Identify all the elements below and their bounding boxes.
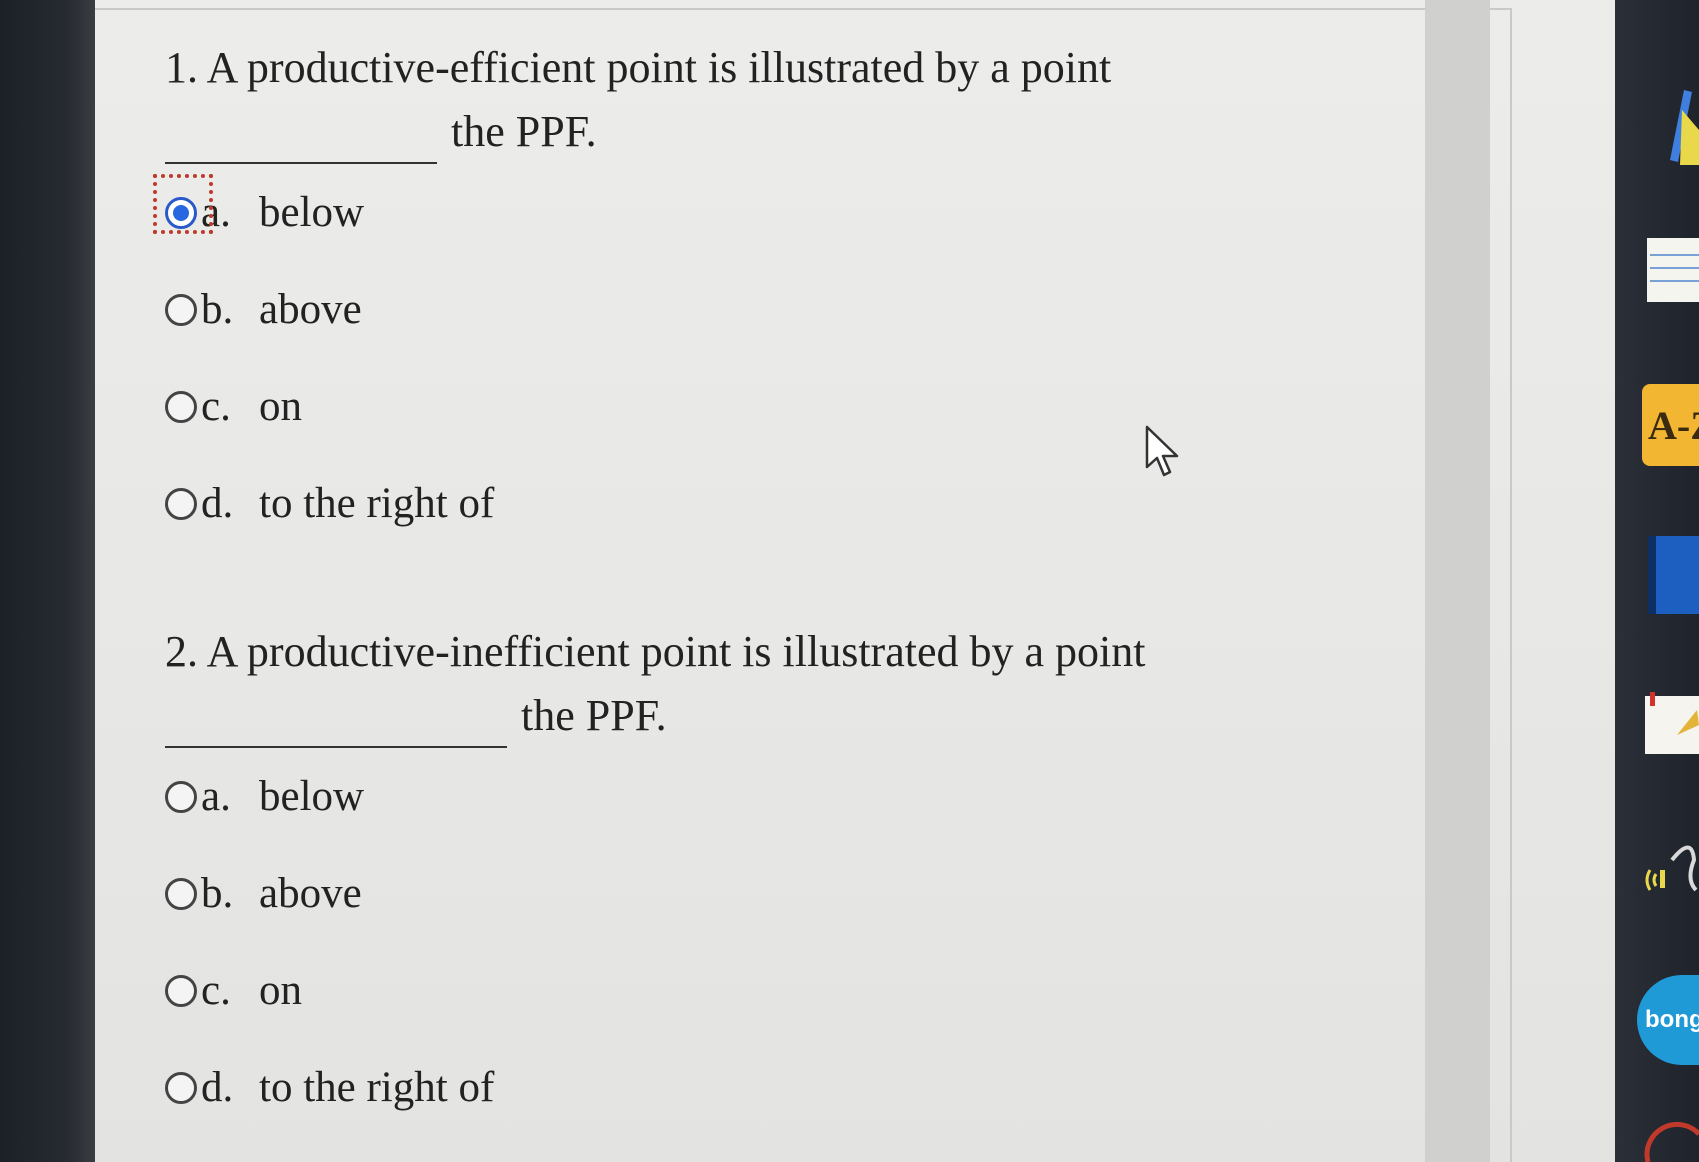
q1-option-d-label: to the right of: [259, 480, 495, 527]
quiz-screen: 1. A productive-efficient point is illus…: [95, 0, 1615, 1162]
q1-radio-b[interactable]: [165, 293, 197, 326]
q1-option-d-letter: d.: [201, 480, 234, 527]
question-1-stem: 1. A productive-efficient point is illus…: [165, 36, 1111, 100]
q1-option-b-letter: b.: [201, 286, 234, 333]
q2-option-a[interactable]: a. below: [165, 748, 1145, 845]
question-2-stem: 2. A productive-inefficient point is ill…: [165, 620, 1145, 684]
q2-option-d[interactable]: d. to the right of: [165, 1039, 1145, 1136]
q2-option-c-label: on: [259, 967, 302, 1014]
window-edge: [1425, 0, 1490, 1162]
q1-option-b[interactable]: b. above: [165, 261, 1111, 358]
q1-option-b-label: above: [259, 286, 362, 333]
sticky-note-icon[interactable]: [1642, 690, 1699, 760]
pen-tool-icon[interactable]: [1650, 70, 1699, 170]
question-1-options: a. below b. above c. on d. to the right …: [153, 164, 1111, 552]
question-2-suffix: the PPF.: [521, 691, 667, 740]
q1-radio-a[interactable]: [165, 196, 197, 229]
bong-label: bong: [1645, 1006, 1699, 1033]
dictionary-az-icon[interactable]: A-Z: [1642, 384, 1699, 466]
monitor-bezel-left: [0, 0, 95, 1162]
question-2: 2. A productive-inefficient point is ill…: [165, 620, 1145, 1136]
question-2-blank: [165, 694, 507, 748]
q1-option-c-letter: c.: [201, 383, 231, 430]
q2-radio-a[interactable]: [165, 780, 197, 813]
q2-option-b-label: above: [259, 870, 362, 917]
q2-radio-b[interactable]: [165, 877, 197, 910]
book-icon[interactable]: [1644, 530, 1699, 620]
question-1-blank: [165, 110, 437, 164]
text-to-speech-icon[interactable]: [1642, 830, 1699, 910]
q2-option-a-letter: a.: [201, 773, 231, 820]
question-2-stem-line2: the PPF.: [165, 684, 1145, 748]
q2-option-a-label: below: [259, 773, 365, 820]
az-label: A-Z: [1648, 402, 1699, 448]
question-1-stem-line2: the PPF.: [165, 100, 1111, 164]
q2-option-c-letter: c.: [201, 967, 231, 1014]
q2-radio-c[interactable]: [165, 974, 197, 1007]
q2-option-b[interactable]: b. above: [165, 845, 1145, 942]
q1-option-c-label: on: [259, 383, 302, 430]
question-1-number: 1.: [165, 43, 198, 92]
q1-option-d[interactable]: d. to the right of: [165, 455, 1111, 552]
q2-option-d-letter: d.: [201, 1064, 234, 1111]
question-1-text: A productive-efficient point is illustra…: [206, 43, 1112, 92]
mouse-pointer-icon: [1145, 425, 1179, 477]
q2-option-d-label: to the right of: [259, 1064, 495, 1111]
notepad-icon[interactable]: [1644, 230, 1699, 310]
q1-option-c[interactable]: c. on: [165, 358, 1111, 455]
q2-option-c[interactable]: c. on: [165, 942, 1145, 1039]
q1-option-a[interactable]: a. below: [153, 164, 1111, 261]
question-1: 1. A productive-efficient point is illus…: [153, 36, 1111, 552]
question-2-number: 2.: [165, 627, 198, 676]
q2-radio-d[interactable]: [165, 1071, 197, 1104]
timer-icon[interactable]: [1642, 1120, 1699, 1162]
q1-radio-c[interactable]: [165, 390, 197, 423]
q1-radio-d[interactable]: [165, 487, 197, 520]
question-2-options: a. below b. above c. on d. to the right …: [165, 748, 1145, 1136]
question-2-text: A productive-inefficient point is illust…: [206, 627, 1146, 676]
q1-option-a-label: below: [259, 189, 365, 236]
question-1-suffix: the PPF.: [451, 107, 597, 156]
q2-option-b-letter: b.: [201, 870, 234, 917]
